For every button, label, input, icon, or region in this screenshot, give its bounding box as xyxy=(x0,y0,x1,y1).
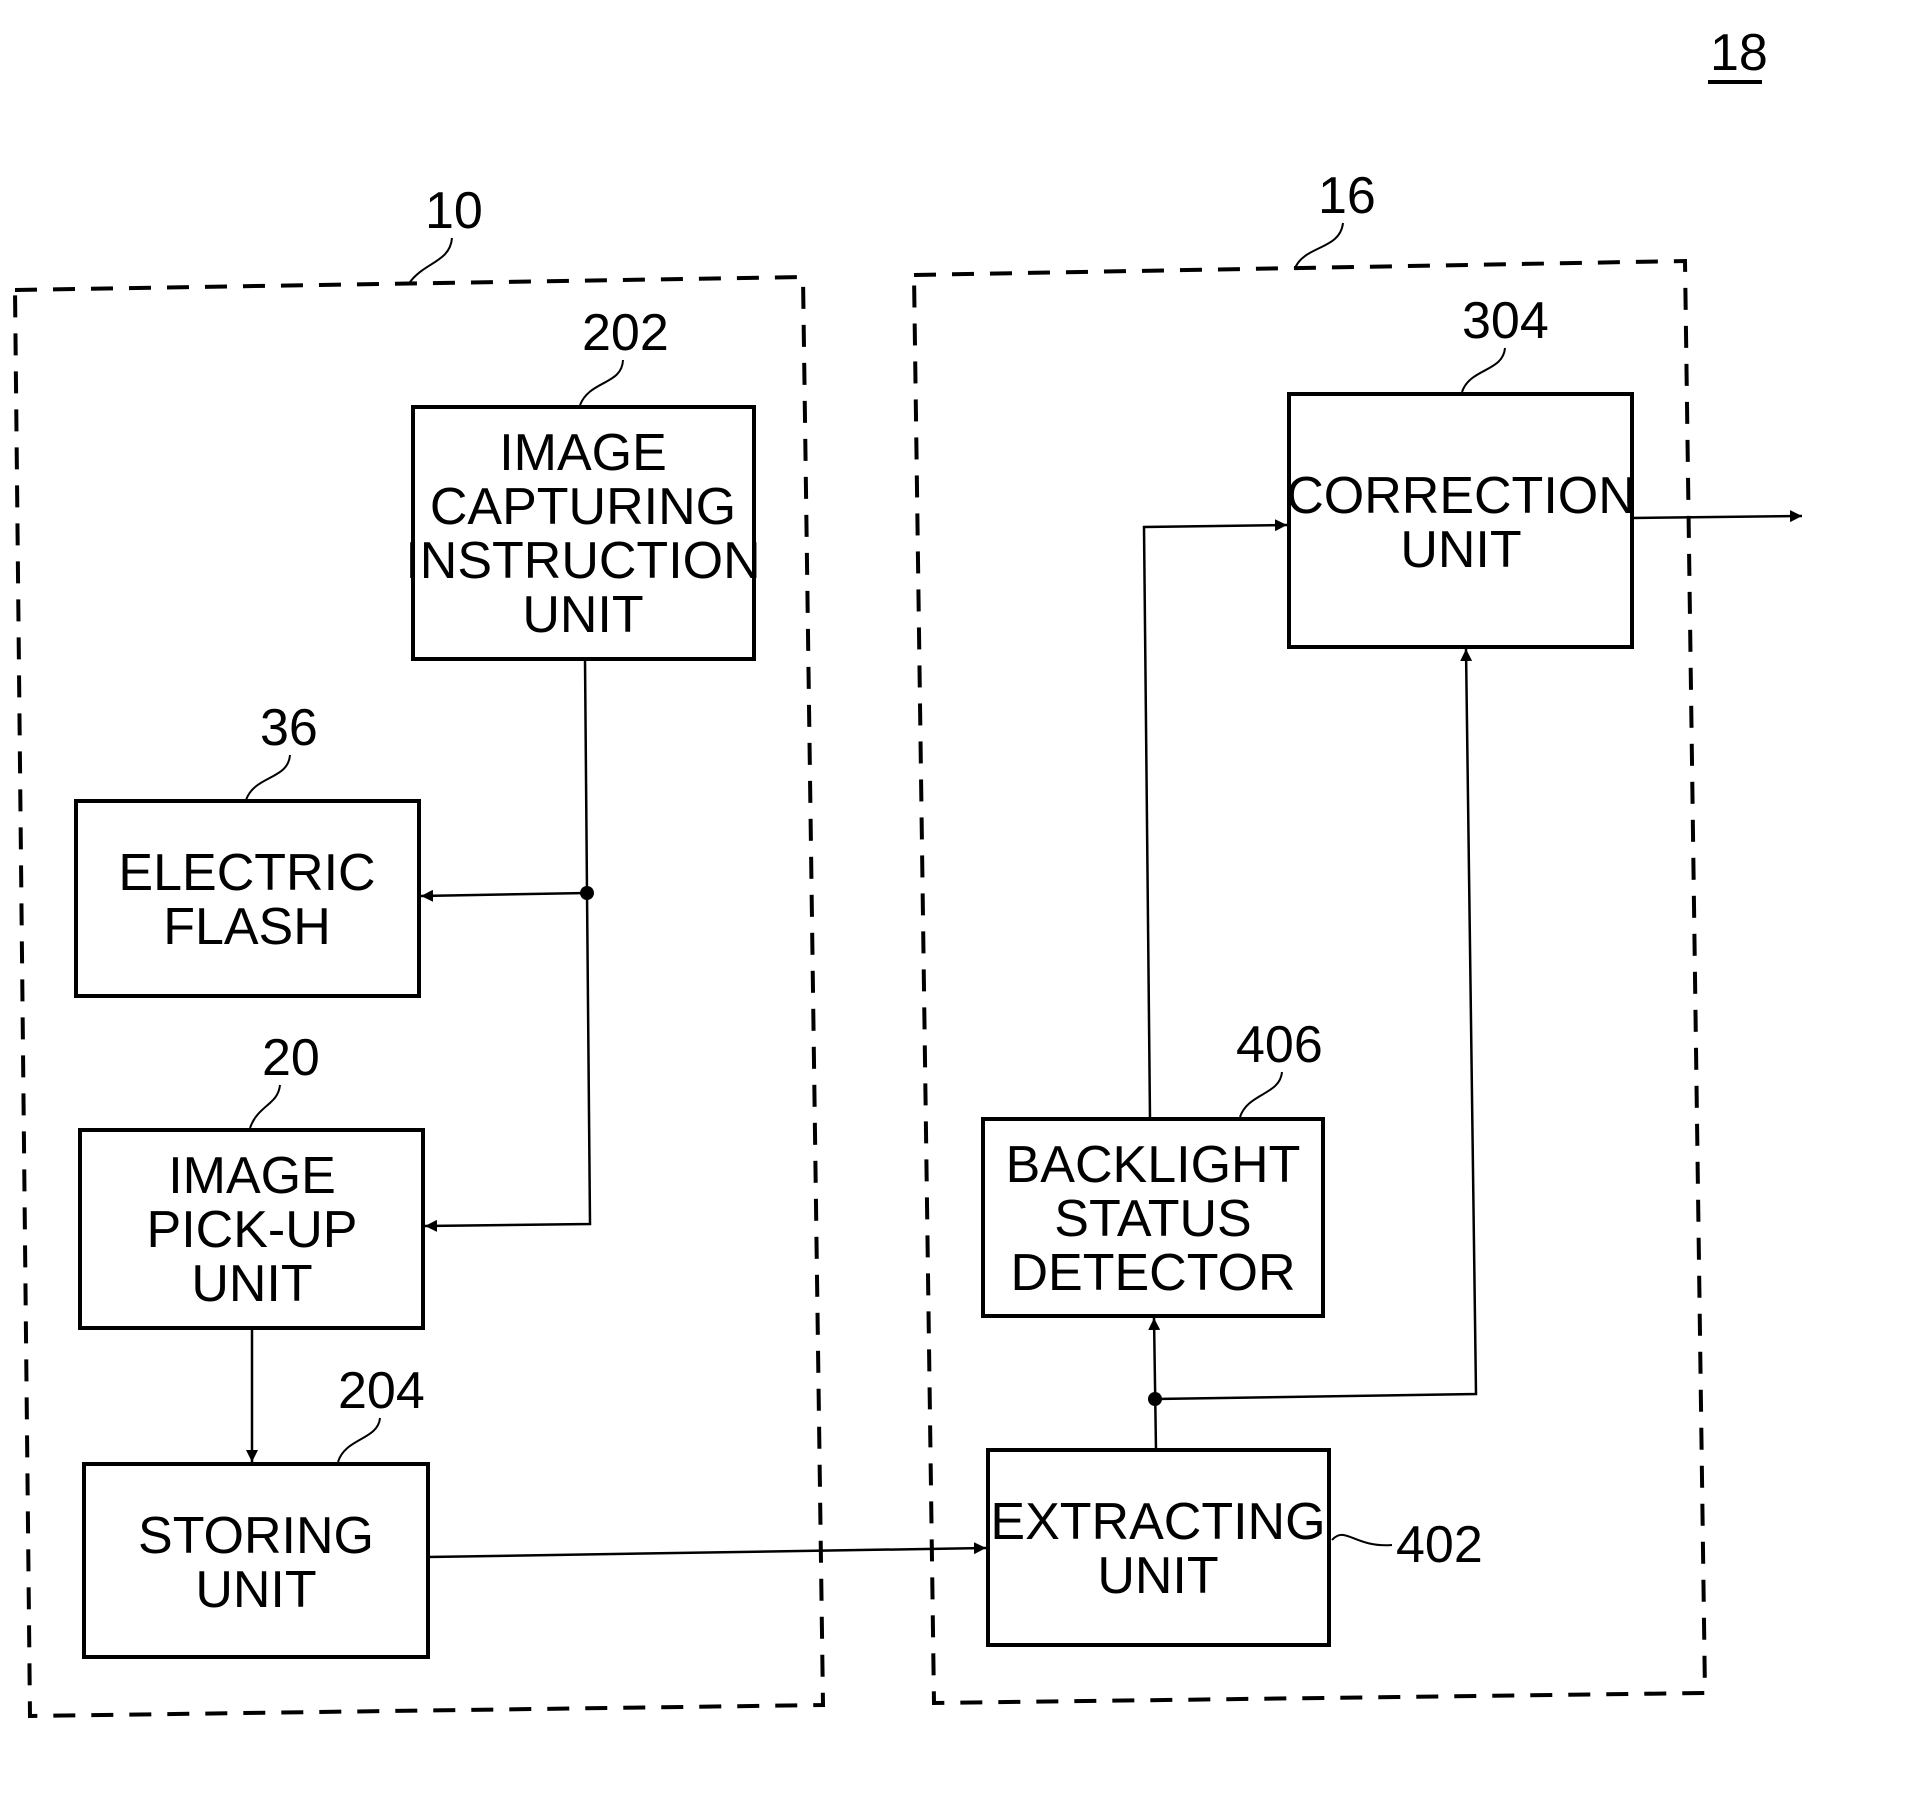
block-electric-flash: ELECTRIC FLASH xyxy=(74,799,421,998)
block-label-line: UNIT xyxy=(522,586,643,644)
block-ref-20: 20 xyxy=(262,1029,320,1087)
block-label-line: ELECTRIC xyxy=(118,844,375,902)
block-ref-202: 202 xyxy=(582,304,669,362)
wire-storing-to-extracting xyxy=(427,1542,987,1559)
wire-202-trunk xyxy=(583,658,589,894)
block-extracting-unit: EXTRACTING UNIT xyxy=(986,1448,1331,1647)
block-ref-204: 204 xyxy=(338,1362,425,1420)
wire-extracting-to-backlight xyxy=(1148,1317,1161,1451)
block-label-line: EXTRACTING xyxy=(990,1493,1325,1551)
block-label-line: CAPTURING xyxy=(430,478,736,536)
block-storing-unit: STORING UNIT xyxy=(82,1462,430,1659)
block-ref-402: 402 xyxy=(1396,1516,1483,1574)
block-label-line: IMAGE xyxy=(168,1147,336,1205)
block-image-pick-up-unit: IMAGE PICK-UP UNIT xyxy=(78,1128,425,1330)
block-leader-36 xyxy=(245,754,291,801)
block-leader-204 xyxy=(337,1417,381,1463)
block-label-line: STORING xyxy=(138,1507,374,1565)
wire-to-pickup xyxy=(424,892,592,1232)
group-ref-16: 16 xyxy=(1318,167,1376,225)
wire-to-flash xyxy=(420,889,588,902)
group-leader-10 xyxy=(409,237,453,283)
block-diagram: 18 10 16 IMAGE CAPTURING INSTRUCTION UNI… xyxy=(12,24,1803,1719)
block-label-line: UNIT xyxy=(1097,1547,1218,1605)
figure-ref-label: 18 xyxy=(1710,24,1768,82)
block-leader-304 xyxy=(1461,347,1506,393)
block-ref-36: 36 xyxy=(260,699,318,757)
block-leader-402 xyxy=(1331,1534,1393,1547)
block-label-line: FLASH xyxy=(163,898,331,956)
block-ref-406: 406 xyxy=(1236,1016,1323,1074)
block-image-capturing-instruction-unit: IMAGE CAPTURING INSTRUCTION UNIT xyxy=(405,405,761,661)
block-label-line: INSTRUCTION xyxy=(405,532,760,590)
block-leader-202 xyxy=(579,359,624,406)
block-label-line: UNIT xyxy=(191,1255,312,1313)
wire-correction-output xyxy=(1631,510,1803,523)
block-leader-406 xyxy=(1239,1071,1283,1118)
block-label-line: IMAGE xyxy=(499,424,667,482)
block-ref-304: 304 xyxy=(1462,292,1549,350)
block-correction-unit: CORRECTION UNIT xyxy=(1286,392,1636,649)
group-leader-16 xyxy=(1294,222,1344,269)
block-label-line: DETECTOR xyxy=(1010,1244,1295,1302)
block-leader-20 xyxy=(249,1084,281,1129)
block-label-line: CORRECTION xyxy=(1286,467,1636,525)
block-label-line: PICK-UP xyxy=(147,1201,358,1259)
block-backlight-status-detector: BACKLIGHT STATUS DETECTOR xyxy=(981,1117,1325,1318)
group-ref-10: 10 xyxy=(425,182,483,240)
block-label-line: UNIT xyxy=(1400,521,1521,579)
block-label-line: UNIT xyxy=(195,1561,316,1619)
block-label-line: STATUS xyxy=(1054,1190,1251,1248)
block-label-line: BACKLIGHT xyxy=(1006,1136,1301,1194)
